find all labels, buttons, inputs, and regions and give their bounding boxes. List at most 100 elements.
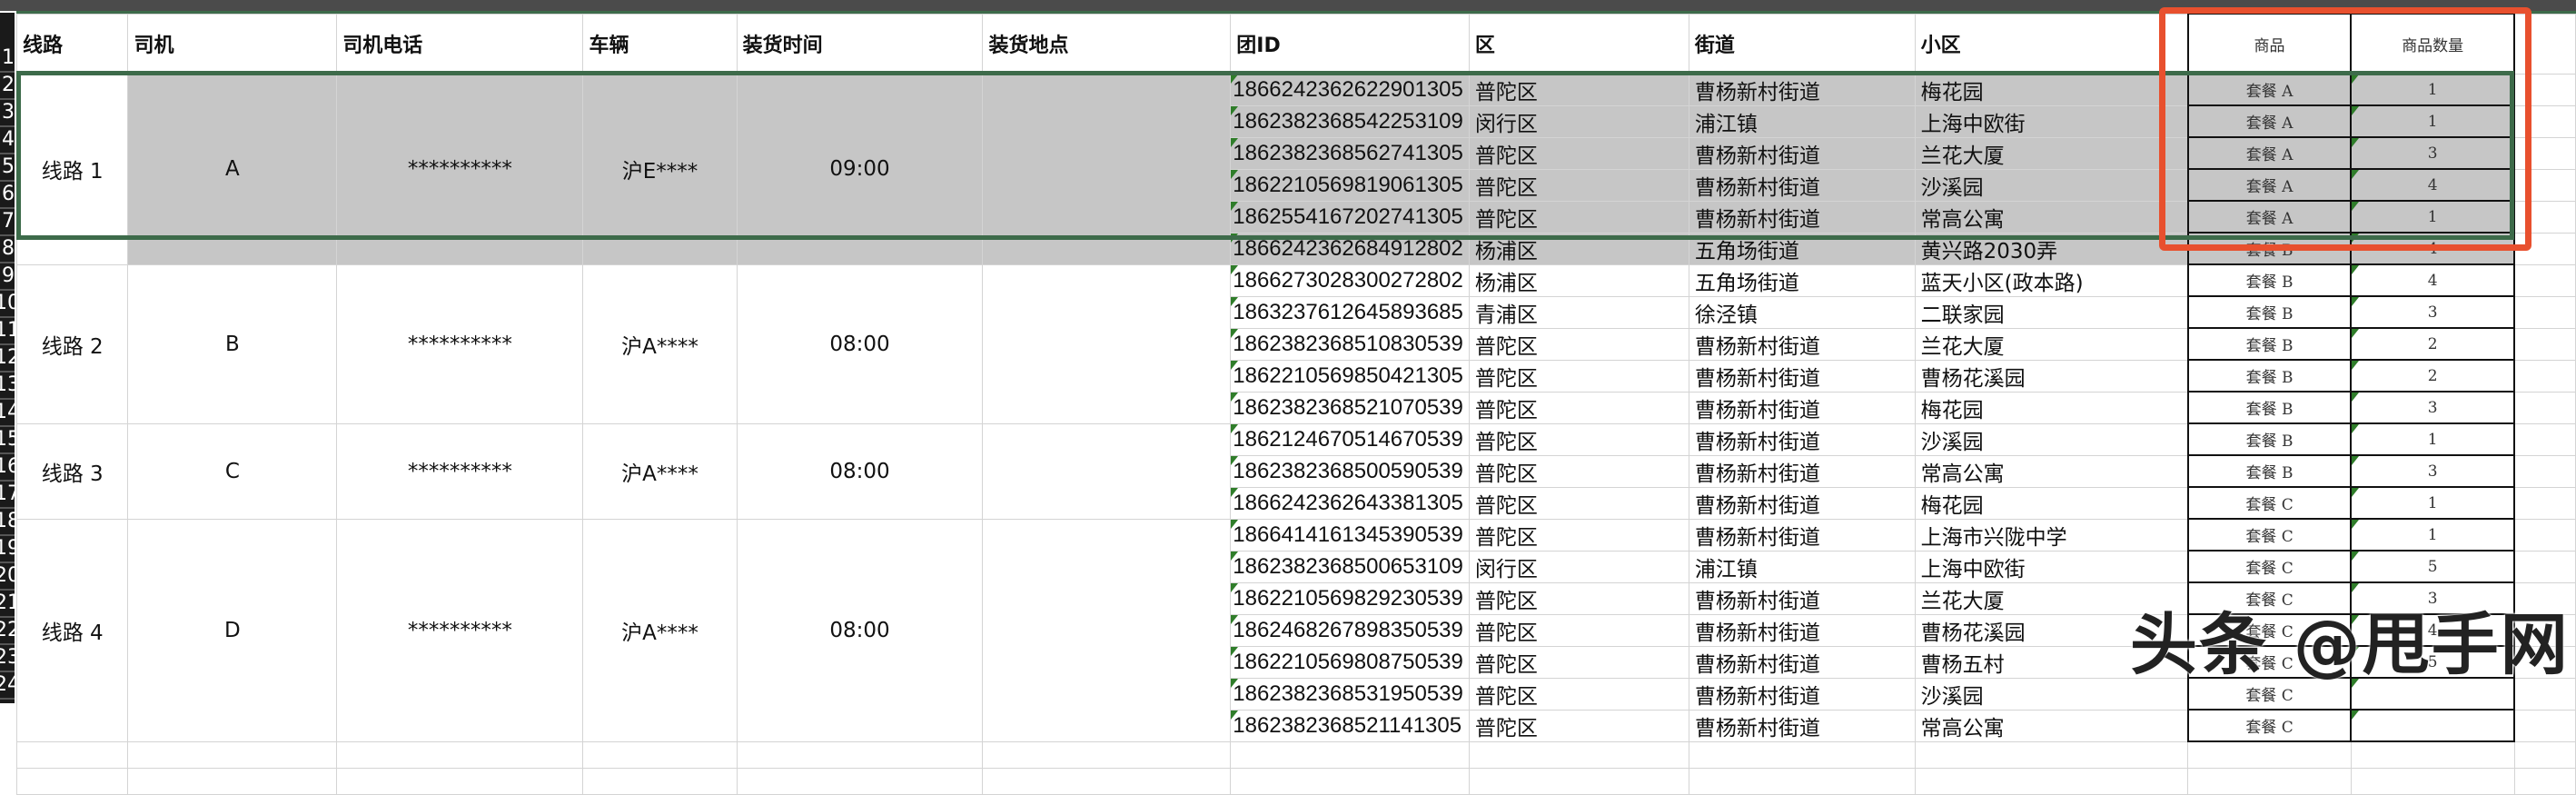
goods-cell[interactable]: 套餐 B: [2186, 359, 2353, 393]
route-place-cell[interactable]: [982, 422, 1232, 520]
column-header-cell[interactable]: 装货地点: [982, 13, 1232, 75]
empty-cell[interactable]: [582, 740, 738, 769]
empty-cell[interactable]: [1914, 740, 2189, 769]
goods-qty-cell[interactable]: 1: [2350, 422, 2516, 456]
goods-cell[interactable]: 套餐 C: [2186, 486, 2353, 520]
empty-cell[interactable]: [2513, 136, 2576, 170]
empty-cell[interactable]: [2513, 454, 2576, 488]
community-cell[interactable]: 兰花大厦: [1914, 327, 2189, 361]
empty-cell[interactable]: [2350, 740, 2515, 769]
route-vehicle-cell[interactable]: 沪A****: [582, 518, 738, 742]
route-time-cell[interactable]: 08:00: [736, 263, 984, 424]
group-id-cell[interactable]: 1866273028300272802: [1230, 263, 1470, 297]
goods-qty-cell[interactable]: 3: [2350, 136, 2516, 170]
goods-qty-cell[interactable]: 5: [2350, 550, 2516, 583]
group-id-cell[interactable]: 1862382368542253109: [1230, 104, 1470, 138]
route-place-cell[interactable]: [982, 263, 1232, 424]
row-number[interactable]: 18: [0, 509, 15, 536]
empty-cell[interactable]: [2513, 263, 2576, 297]
row-number[interactable]: 8: [0, 236, 15, 263]
empty-cell[interactable]: [2513, 709, 2576, 742]
row-number[interactable]: 16: [0, 454, 15, 482]
empty-cell[interactable]: [2513, 295, 2576, 329]
empty-cell[interactable]: [2513, 740, 2576, 769]
district-cell[interactable]: 普陀区: [1468, 486, 1689, 520]
group-id-cell[interactable]: 1862210569819061305: [1230, 168, 1470, 202]
district-cell[interactable]: 普陀区: [1468, 422, 1689, 456]
route-vehicle-cell[interactable]: 沪E****: [582, 73, 738, 265]
goods-cell[interactable]: 套餐 B: [2186, 263, 2353, 297]
empty-cell[interactable]: [2513, 518, 2576, 552]
empty-cell[interactable]: [2513, 550, 2576, 583]
empty-cell[interactable]: [736, 740, 984, 769]
community-cell[interactable]: 兰花大厦: [1914, 136, 2189, 170]
row-number[interactable]: 15: [0, 427, 15, 454]
row-number[interactable]: 3: [0, 100, 15, 127]
goods-cell[interactable]: 套餐 A: [2186, 136, 2353, 170]
empty-cell[interactable]: [336, 740, 584, 769]
route-route-cell[interactable]: 线路 2: [15, 263, 129, 424]
route-phone-cell[interactable]: **********: [336, 422, 584, 520]
street-cell[interactable]: 浦江镇: [1688, 104, 1916, 138]
district-cell[interactable]: 青浦区: [1468, 295, 1689, 329]
group-id-cell[interactable]: 1862382368500653109: [1230, 550, 1470, 583]
goods-cell[interactable]: 套餐 B: [2186, 454, 2353, 488]
street-cell[interactable]: 曹杨新村街道: [1688, 486, 1916, 520]
goods-cell[interactable]: 套餐 A: [2186, 104, 2353, 138]
empty-cell[interactable]: [2513, 359, 2576, 393]
district-cell[interactable]: 普陀区: [1468, 677, 1689, 711]
row-number[interactable]: 13: [0, 373, 15, 400]
district-cell[interactable]: 普陀区: [1468, 518, 1689, 552]
community-cell[interactable]: 常高公寓: [1914, 200, 2189, 234]
route-phone-cell[interactable]: **********: [336, 518, 584, 742]
district-cell[interactable]: 普陀区: [1468, 136, 1689, 170]
group-id-cell[interactable]: 1862382368531950539: [1230, 677, 1470, 711]
empty-cell[interactable]: [2513, 422, 2576, 456]
route-time-cell[interactable]: 08:00: [736, 422, 984, 520]
group-id-cell[interactable]: 1862210569808750539: [1230, 645, 1470, 679]
community-cell[interactable]: 梅花园: [1914, 73, 2189, 106]
empty-cell[interactable]: [127, 767, 338, 795]
group-id-cell[interactable]: 1862382368510830539: [1230, 327, 1470, 361]
group-id-cell[interactable]: 1862554167202741305: [1230, 200, 1470, 234]
route-vehicle-cell[interactable]: 沪A****: [582, 263, 738, 424]
street-cell[interactable]: 曹杨新村街道: [1688, 327, 1916, 361]
empty-cell[interactable]: [2513, 104, 2576, 138]
empty-cell[interactable]: [15, 767, 129, 795]
district-cell[interactable]: 闵行区: [1468, 550, 1689, 583]
community-cell[interactable]: 沙溪园: [1914, 422, 2189, 456]
row-number[interactable]: 23: [0, 645, 15, 672]
group-id-cell[interactable]: 1866242362643381305: [1230, 486, 1470, 520]
district-cell[interactable]: 普陀区: [1468, 200, 1689, 234]
route-phone-cell[interactable]: **********: [336, 73, 584, 265]
goods-cell[interactable]: 套餐 C: [2186, 518, 2353, 552]
group-id-cell[interactable]: 1866242362622901305: [1230, 73, 1470, 106]
row-number[interactable]: 19: [0, 536, 15, 563]
empty-cell[interactable]: [2513, 13, 2576, 75]
goods-cell[interactable]: 套餐 A: [2186, 73, 2353, 106]
row-number[interactable]: 22: [0, 618, 15, 645]
route-driver-cell[interactable]: A: [127, 73, 338, 265]
street-cell[interactable]: 徐泾镇: [1688, 295, 1916, 329]
column-header-cell[interactable]: 商品数量: [2350, 13, 2516, 74]
row-number[interactable]: 7: [0, 209, 15, 236]
goods-qty-cell[interactable]: 1: [2350, 73, 2516, 106]
empty-cell[interactable]: [2513, 232, 2576, 265]
street-cell[interactable]: 曹杨新村街道: [1688, 645, 1916, 679]
goods-qty-cell[interactable]: 4: [2350, 168, 2516, 202]
goods-qty-cell[interactable]: 4: [2350, 263, 2516, 297]
empty-cell[interactable]: [736, 767, 984, 795]
street-cell[interactable]: 曹杨新村街道: [1688, 677, 1916, 711]
street-cell[interactable]: 曹杨新村街道: [1688, 73, 1916, 106]
empty-cell[interactable]: [2513, 73, 2576, 106]
community-cell[interactable]: 曹杨花溪园: [1914, 359, 2189, 393]
street-cell[interactable]: 曹杨新村街道: [1688, 168, 1916, 202]
goods-cell[interactable]: 套餐 B: [2186, 422, 2353, 456]
group-id-cell[interactable]: 1862382368521070539: [1230, 391, 1470, 424]
column-header-cell[interactable]: 商品: [2186, 13, 2353, 74]
goods-cell[interactable]: 套餐 C: [2186, 709, 2353, 742]
street-cell[interactable]: 曹杨新村街道: [1688, 454, 1916, 488]
empty-cell[interactable]: [1468, 740, 1689, 769]
district-cell[interactable]: 普陀区: [1468, 391, 1689, 424]
community-cell[interactable]: 梅花园: [1914, 391, 2189, 424]
